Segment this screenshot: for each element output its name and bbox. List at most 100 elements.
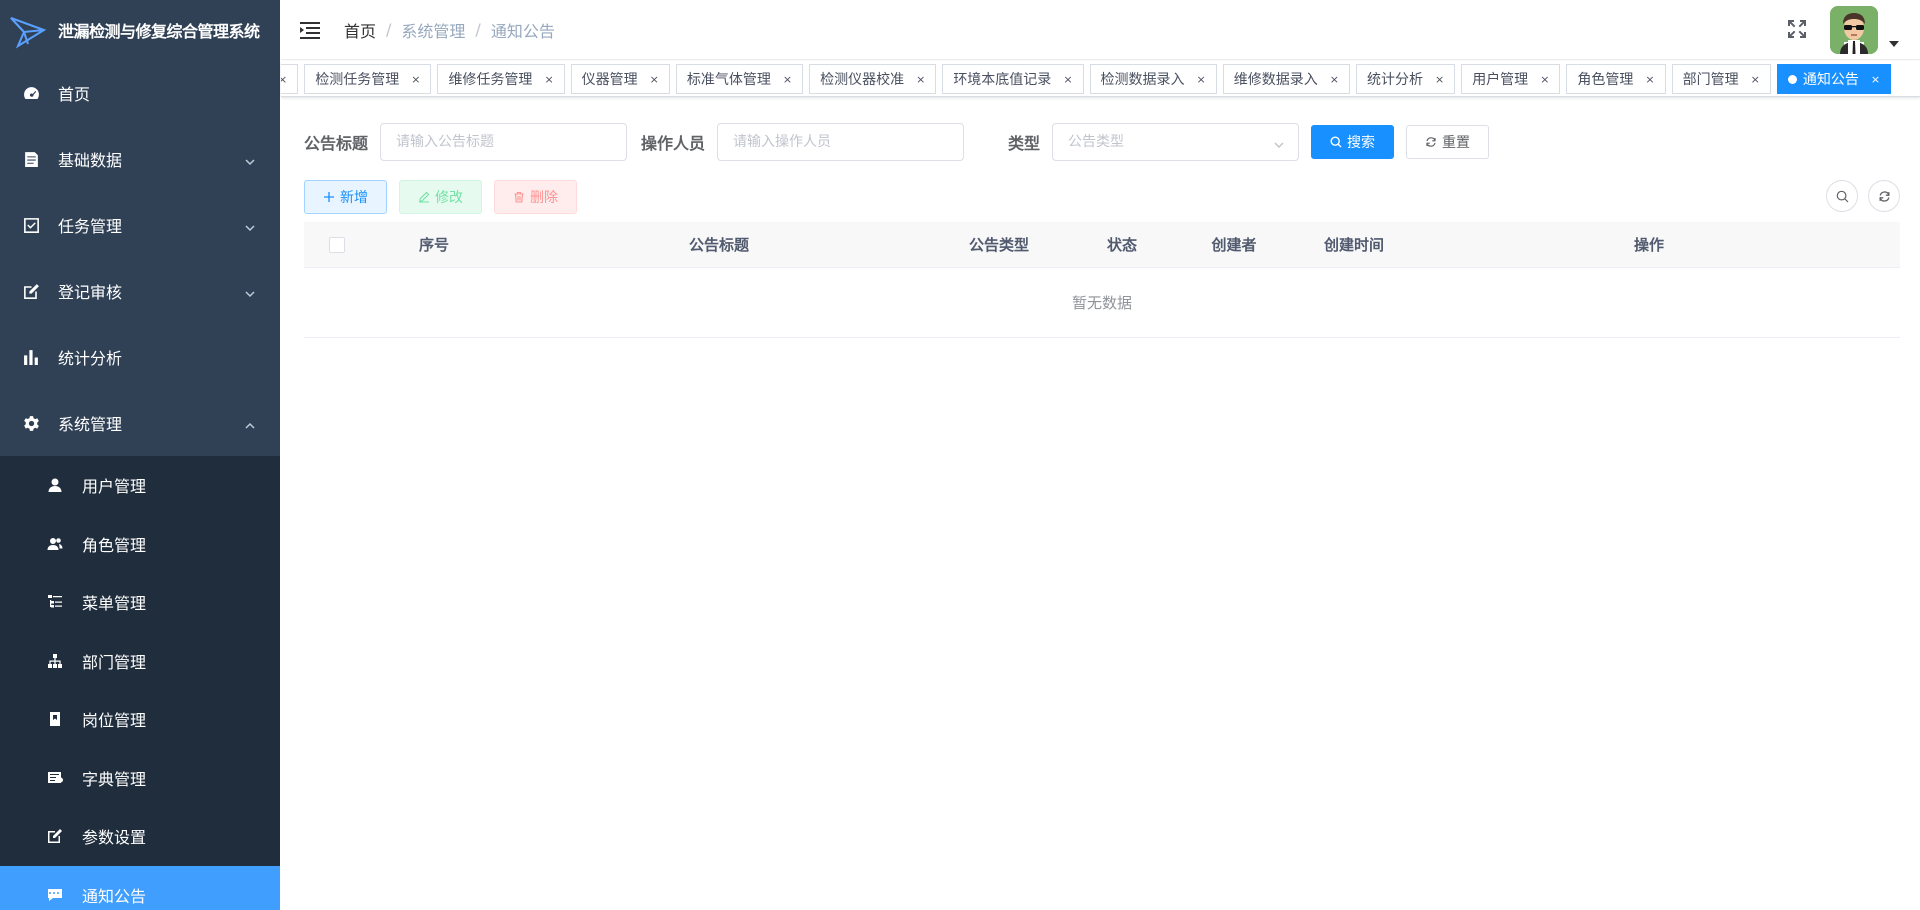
tag-active[interactable]: 通知公告 ×: [1776, 64, 1892, 94]
tag-item[interactable]: 统计分析 ×: [1355, 64, 1456, 94]
logo[interactable]: 泄漏检测与修复综合管理系统: [0, 0, 280, 60]
sidebar-item-notice[interactable]: 通知公告: [0, 865, 280, 910]
tag-item[interactable]: 仪器管理 ×: [570, 64, 670, 94]
sidebar-item-user[interactable]: 用户管理: [0, 456, 280, 515]
close-icon[interactable]: ×: [281, 73, 287, 86]
tag-item[interactable]: 用户管理 ×: [1461, 64, 1561, 94]
column-header-created-time: 创建时间: [1323, 236, 1384, 254]
sidebar-item-home[interactable]: 首页: [0, 60, 280, 126]
column-header-title: 公告标题: [688, 236, 749, 254]
sidebar-item-system[interactable]: 系统管理: [0, 390, 280, 456]
bar-chart-icon: [22, 348, 40, 366]
close-icon[interactable]: ×: [1540, 73, 1549, 86]
search-button-label: 搜索: [1347, 135, 1376, 151]
nav-right: [1786, 6, 1900, 54]
tag-item[interactable]: 部门管理 ×: [1671, 64, 1771, 94]
peoples-icon: [46, 535, 64, 553]
tag-item[interactable]: 检测数据录入 ×: [1089, 64, 1217, 94]
type-select[interactable]: [1052, 123, 1300, 161]
close-icon[interactable]: ×: [1751, 73, 1760, 86]
title-input[interactable]: [380, 123, 628, 161]
sidebar-item-config[interactable]: 参数设置: [0, 807, 280, 866]
close-icon[interactable]: ×: [411, 73, 420, 86]
hamburger-icon[interactable]: [298, 18, 322, 42]
tags-list: ×检测任务管理×维修任务管理×仪器管理×标准气体管理×检测仪器校准×环境本底值记…: [281, 64, 1892, 94]
tag-label: 部门管理: [1682, 72, 1739, 88]
chevron-down-icon: [244, 285, 256, 298]
sidebar-item-dict[interactable]: 字典管理: [0, 749, 280, 808]
toggle-search-button[interactable]: [1826, 180, 1858, 212]
sidebar-item-label: 基础数据: [58, 151, 123, 170]
breadcrumb-home[interactable]: 首页: [344, 18, 376, 42]
refresh-icon: [1879, 190, 1889, 202]
sidebar-item-basic-data[interactable]: 基础数据: [0, 126, 280, 192]
close-icon[interactable]: ×: [1645, 73, 1654, 86]
close-icon[interactable]: ×: [1435, 73, 1444, 86]
tag-label: 标准气体管理: [686, 72, 771, 88]
type-label: 类型: [1008, 134, 1041, 153]
tag-item[interactable]: ×: [281, 64, 299, 94]
tag-item[interactable]: 维修任务管理 ×: [437, 64, 565, 94]
sidebar-item-label: 登记审核: [58, 283, 123, 302]
search-icon: [1330, 136, 1342, 148]
type-select-input[interactable]: [1052, 123, 1300, 161]
close-icon[interactable]: ×: [783, 73, 792, 86]
close-icon[interactable]: ×: [544, 73, 553, 86]
tag-item[interactable]: 检测仪器校准 ×: [809, 64, 937, 94]
edit-icon: [419, 191, 430, 203]
tag-item[interactable]: 角色管理 ×: [1566, 64, 1666, 94]
select-all-checkbox[interactable]: [329, 237, 345, 253]
message-icon: [46, 886, 64, 904]
sidebar-item-label: 岗位管理: [82, 711, 147, 731]
breadcrumb-separator: /: [386, 20, 392, 39]
sidebar-item-task[interactable]: 任务管理: [0, 192, 280, 258]
tag-label: 用户管理: [1472, 72, 1529, 88]
sidebar: 泄漏检测与修复综合管理系统 首页 基础数据 任务管理 登记审核 统计分析 系统管…: [0, 0, 280, 910]
sidebar-item-label: 菜单管理: [82, 594, 147, 614]
close-icon[interactable]: ×: [1197, 73, 1206, 86]
edit-button-label: 修改: [435, 190, 463, 206]
close-icon[interactable]: ×: [650, 73, 659, 86]
sidebar-item-statistics[interactable]: 统计分析: [0, 324, 280, 390]
add-button-label: 新增: [340, 190, 368, 206]
search-form: 公告标题 操作人员 类型 搜索 重置: [304, 123, 1490, 161]
breadcrumb-system: 系统管理: [401, 21, 466, 41]
caret-down-icon[interactable]: [1888, 36, 1900, 48]
action-toolbar: 新增 修改 删除: [304, 180, 589, 214]
sidebar-item-label: 部门管理: [82, 652, 147, 672]
operator-input[interactable]: [717, 123, 965, 161]
search-button[interactable]: 搜索: [1311, 125, 1395, 159]
refresh-button[interactable]: [1868, 180, 1900, 212]
dashboard-icon: [22, 84, 40, 102]
tag-item[interactable]: 检测任务管理 ×: [304, 64, 432, 94]
column-header-creator: 创建者: [1211, 236, 1257, 254]
close-icon[interactable]: ×: [1871, 73, 1880, 86]
avatar[interactable]: [1830, 6, 1878, 54]
close-icon[interactable]: ×: [1063, 73, 1072, 86]
gear-icon: [22, 414, 40, 432]
delete-button[interactable]: 删除: [494, 180, 577, 214]
sidebar-item-label: 字典管理: [82, 769, 147, 789]
edit-icon: [46, 827, 64, 845]
edit-button[interactable]: 修改: [399, 180, 482, 214]
close-icon[interactable]: ×: [1330, 73, 1339, 86]
sidebar-item-label: 系统管理: [58, 415, 123, 434]
empty-state: 暂无数据: [304, 268, 1900, 338]
sidebar-item-label: 通知公告: [82, 886, 147, 906]
sidebar-item-dept[interactable]: 部门管理: [0, 632, 280, 691]
add-button[interactable]: 新增: [304, 180, 387, 214]
tag-item[interactable]: 环境本底值记录 ×: [942, 64, 1084, 94]
sidebar-item-audit[interactable]: 登记审核: [0, 258, 280, 324]
chevron-down-icon: [1273, 137, 1285, 149]
reset-button[interactable]: 重置: [1406, 125, 1490, 159]
tag-item[interactable]: 标准气体管理 ×: [675, 64, 804, 94]
close-icon[interactable]: ×: [916, 73, 925, 86]
fullscreen-icon[interactable]: [1786, 18, 1810, 42]
tag-label: 通知公告: [1802, 72, 1859, 88]
sidebar-item-menu[interactable]: 菜单管理: [0, 573, 280, 632]
sidebar-item-post[interactable]: 岗位管理: [0, 690, 280, 749]
tag-item[interactable]: 维修数据录入 ×: [1222, 64, 1350, 94]
breadcrumb-current: 通知公告: [490, 21, 555, 41]
sidebar-item-role[interactable]: 角色管理: [0, 515, 280, 574]
tag-label: 检测数据录入: [1100, 72, 1185, 88]
